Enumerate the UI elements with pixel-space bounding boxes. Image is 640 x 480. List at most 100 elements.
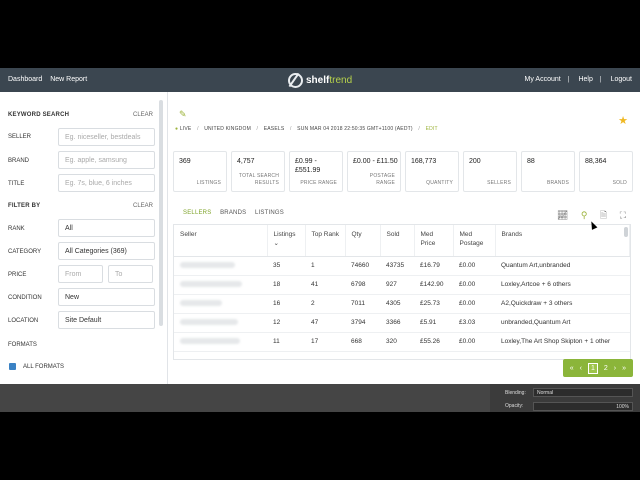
col-brands[interactable]: Brands [495,225,630,257]
report-panel: ✎ ★ ● LIVE / UNITED KINGDOM / EASELS / S… [168,92,640,384]
condition-select[interactable]: New [58,288,155,306]
breadcrumb-separator: / [418,126,420,132]
filter-icon[interactable]: ⚲ [581,210,588,220]
stat-card: 168,773 QUANTITY [405,151,459,192]
edit-link[interactable]: EDIT [426,126,438,132]
cell-rank: 41 [305,275,345,295]
filter-clear-button[interactable]: CLEAR [133,203,153,209]
col-qty[interactable]: Qty [345,225,381,257]
price-from-input[interactable]: From [58,265,103,283]
expand-icon[interactable]: ⛶ [620,210,626,220]
star-icon[interactable]: ★ [618,114,628,127]
category-crumb: EASELS [263,126,285,132]
sellers-table: Seller Listings ⌄ Top Rank Qty Sold Med P… [173,224,631,360]
brand-input[interactable]: Eg. apple, samsung [58,151,155,169]
seller-input[interactable]: Eg. niceseller, bestdeals [58,128,155,146]
table-row[interactable]: 18 41 6798 927 £142.90 £0.00 Loxley,Artc… [174,275,630,295]
stat-label: TOTAL SEARCH RESULTS [238,173,279,186]
table-row[interactable]: 35 1 74660 43735 £16.79 £0.00 Quantum Ar… [174,256,630,276]
category-select[interactable]: All Categories (369) [58,242,155,260]
col-med-postage[interactable]: Med Postage [453,225,496,257]
date-crumb: SUN MAR 04 2018 22:50:35 GMT+1100 (AEDT) [297,126,413,132]
category-label: CATEGORY [8,249,42,255]
chart-icon[interactable]: 📈︎ [557,210,568,220]
formats-label: FORMATS [8,342,37,348]
stat-label: LISTINGS [196,180,221,186]
keyword-clear-button[interactable]: CLEAR [133,112,153,118]
cell-brands: Loxley,Artcoe + 6 others [495,275,630,295]
stat-card: 88 BRANDS [521,151,575,192]
cell-postage: £0.00 [453,275,495,295]
stat-label: QUANTITY [426,180,453,186]
table-row[interactable]: 16 2 7011 4305 £25.73 £0.00 A2,Quickdraw… [174,294,630,314]
stat-value: 88,364 [585,158,607,165]
logo-icon [288,72,303,88]
next-page-button[interactable]: › [614,365,616,372]
brand-label: BRAND [8,158,30,164]
seller-name-redacted [174,275,267,295]
nav-help-link[interactable]: Help [578,76,592,83]
sidebar-scrollbar[interactable] [159,100,163,326]
nav-my-account-link[interactable]: My Account [525,76,561,83]
cell-price: £5.91 [414,313,453,333]
page-1-button[interactable]: 1 [587,362,598,374]
title-input[interactable]: Eg. 7s, blue, 6 inches [58,174,155,192]
opacity-field[interactable]: 100% [533,402,633,411]
cell-sold: 927 [380,275,414,295]
rank-select[interactable]: All [58,219,155,237]
condition-label: CONDITION [8,295,42,301]
opacity-label: Opacity: [505,403,524,409]
cell-listings: 12 [267,313,305,333]
cell-qty: 74660 [345,256,380,276]
blending-label: Blending: [505,390,526,396]
price-to-input[interactable]: To [108,265,153,283]
tab-sellers[interactable]: SELLERS [183,210,211,216]
stat-label: PRICE RANGE [300,180,337,186]
stat-card: 369 LISTINGS [173,151,227,192]
stat-label: BRANDS [546,180,569,186]
rank-label: RANK [8,226,25,232]
stat-value: £0.99 - £551.99 [295,158,321,174]
cell-qty: 3794 [345,313,380,333]
nav-dashboard-link[interactable]: Dashboard [8,76,42,83]
tab-brands[interactable]: BRANDS [220,210,246,216]
table-row[interactable]: 11 17 668 320 £55.26 £0.00 Loxley,The Ar… [174,332,630,352]
all-formats-checkbox[interactable] [9,363,16,370]
price-label: PRICE [8,272,27,278]
tab-listings[interactable]: LISTINGS [255,210,284,216]
last-page-button[interactable]: » [622,365,626,372]
cell-sold: 4305 [380,294,414,314]
title-label: TITLE [8,181,25,187]
prev-page-button[interactable]: ‹ [580,365,582,372]
cell-rank: 17 [305,332,345,352]
col-med-price[interactable]: Med Price [414,225,454,257]
col-sold[interactable]: Sold [380,225,415,257]
first-page-button[interactable]: « [570,365,574,372]
nav-new-report-link[interactable]: New Report [50,76,87,83]
cell-brands: A2,Quickdraw + 3 others [495,294,630,314]
cell-listings: 35 [267,256,305,276]
breadcrumb-separator: / [197,126,199,132]
col-seller[interactable]: Seller [174,225,268,257]
nav-separator: | [599,76,602,83]
cell-postage: £0.00 [453,332,495,352]
shelftrend-logo[interactable]: shelftrend [288,72,352,88]
cell-qty: 668 [345,332,380,352]
page-2-button[interactable]: 2 [604,365,608,372]
cell-brands: unbranded,Quantum Art [495,313,630,333]
background-canvas [0,384,490,412]
table-scrollbar[interactable] [624,227,628,237]
location-select[interactable]: Site Default [58,311,155,329]
col-top-rank[interactable]: Top Rank [305,225,346,257]
seller-name-redacted [174,256,267,276]
nav-logout-link[interactable]: Logout [611,76,632,83]
blending-select[interactable]: Normal [533,388,633,397]
pencil-icon[interactable]: ✎ [179,109,187,120]
table-row[interactable]: 12 47 3794 3366 £5.91 £3.03 unbranded,Qu… [174,313,630,333]
stat-label: SELLERS [487,180,511,186]
col-listings[interactable]: Listings ⌄ [267,225,306,257]
cell-brands: Loxley,The Art Shop Skipton + 1 other [495,332,630,352]
export-file-icon[interactable]: 🗎 [600,210,607,220]
background-app-strip: Blending: Normal Opacity: 100% [0,384,640,412]
stat-label: POSTAGE RANGE [369,173,395,186]
